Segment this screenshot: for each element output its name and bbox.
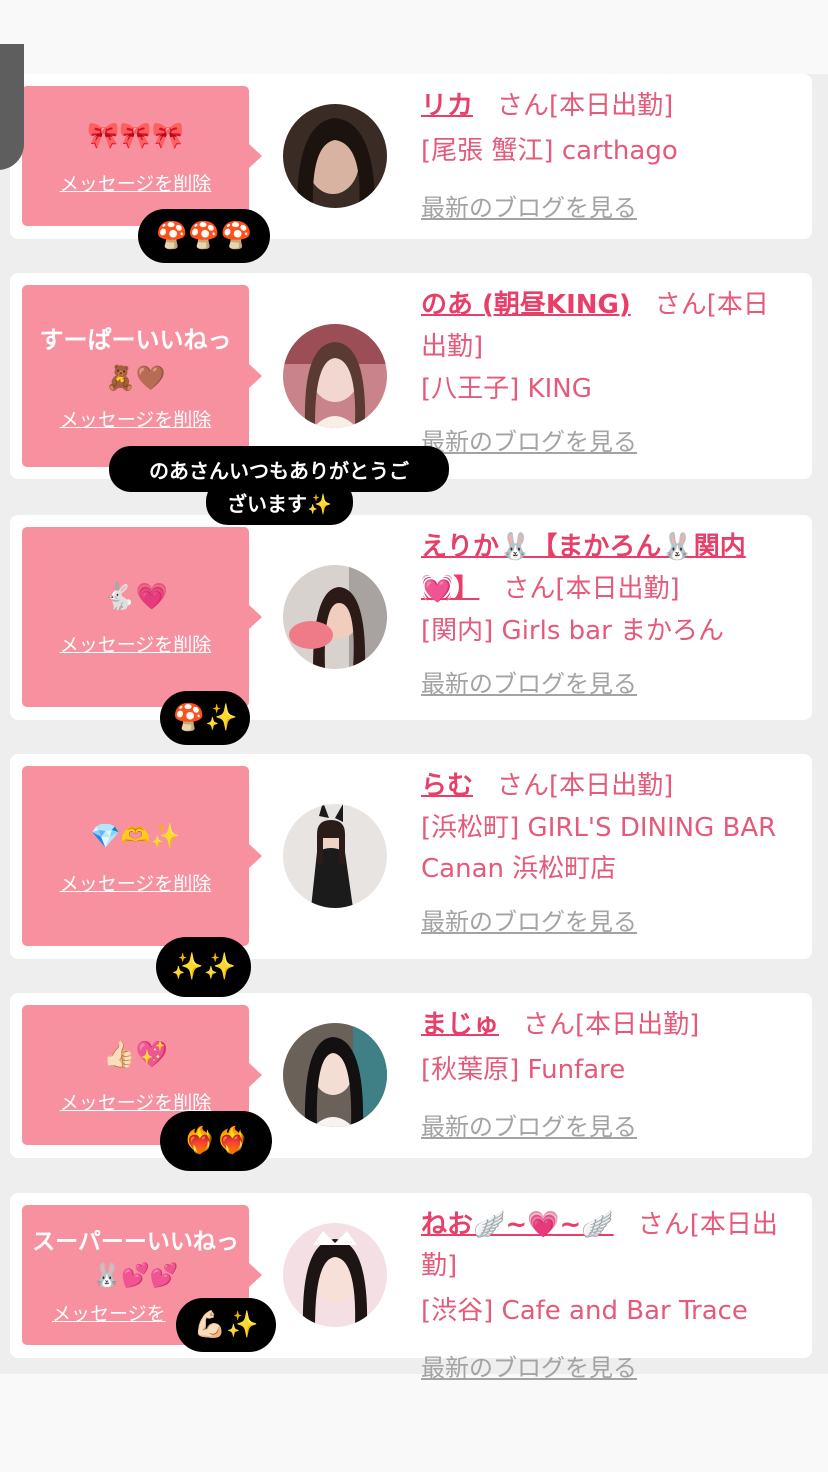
- latest-blog-link[interactable]: 最新のブログを見る: [421, 1348, 637, 1383]
- bubble-tail: [249, 1263, 262, 1287]
- bottom-area: [0, 1374, 828, 1472]
- message-bubble: 🐇💗 メッセージを削除: [22, 527, 262, 707]
- attendance-status-cont: 出勤]: [421, 332, 484, 362]
- shop-name: [渋谷] Cafe and Bar Trace: [421, 1296, 748, 1326]
- message-card: 💎🫶✨ メッセージを削除 らむ さん[本日出勤] [浜松町] GIRL'S DIN…: [10, 754, 812, 959]
- reply-pill-line2[interactable]: ざいます✨: [206, 479, 353, 525]
- message-bubble: 💎🫶✨ メッセージを削除: [22, 766, 262, 946]
- shop-name: [八王子] KING: [421, 374, 592, 404]
- cast-name-link[interactable]: えりか🐰【まかろん🐰関内: [421, 532, 746, 562]
- delete-message-link-partial[interactable]: メッセージを: [52, 1299, 166, 1326]
- latest-blog-link[interactable]: 最新のブログを見る: [421, 422, 637, 457]
- message-text: 🎀🎀🎀: [86, 120, 185, 151]
- reaction-pill[interactable]: ❤️‍🔥❤️‍🔥: [160, 1111, 272, 1171]
- message-card: 🐇💗 メッセージを削除 えりか🐰【まかろん🐰関内 💓】 さん[本日出勤] [関内]…: [10, 515, 812, 720]
- message-card: 🎀🎀🎀 メッセージを削除 リカ さん[本日出勤] [尾張 蟹江] carthago…: [10, 74, 812, 239]
- cast-info: ねお🪽~💗~🪽 さん[本日出勤] [渋谷] Cafe and Bar Trace …: [421, 1205, 800, 1383]
- shop-name-cont: Canan 浜松町店: [421, 854, 617, 884]
- reaction-pill[interactable]: 🍄✨: [160, 691, 250, 745]
- message-bubble: すーぱーいいねっ🧸🤎 メッセージを削除: [22, 285, 262, 467]
- avatar[interactable]: [283, 324, 387, 428]
- latest-blog-link[interactable]: 最新のブログを見る: [421, 664, 637, 699]
- reaction-pill[interactable]: ✨✨: [156, 937, 251, 997]
- bubble-tail: [249, 364, 262, 388]
- attendance-status: さん[本日: [654, 290, 769, 320]
- delete-message-link[interactable]: メッセージを削除: [60, 630, 212, 657]
- scrollbar-thumb[interactable]: [0, 44, 24, 170]
- cast-info: リカ さん[本日出勤] [尾張 蟹江] carthago 最新のブログを見る: [421, 86, 800, 223]
- avatar[interactable]: [283, 104, 387, 208]
- reaction-pill[interactable]: 🍄🍄🍄: [138, 209, 270, 263]
- cast-name-link[interactable]: リカ: [421, 91, 473, 121]
- bubble-tail: [249, 1063, 262, 1087]
- avatar-photo: [283, 104, 387, 208]
- shop-name: [浜松町] GIRL'S DINING BAR: [421, 813, 777, 843]
- cast-name-link[interactable]: らむ: [421, 771, 473, 801]
- message-card: 👍🏻💖 メッセージを削除 まじゅ さん[本日出勤] [秋葉原] Funfare 最…: [10, 993, 812, 1158]
- cast-name-link-cont[interactable]: 💓】: [421, 574, 479, 604]
- avatar[interactable]: [283, 565, 387, 669]
- cast-info: えりか🐰【まかろん🐰関内 💓】 さん[本日出勤] [関内] Girls bar ま…: [421, 527, 800, 699]
- avatar-photo: [283, 324, 387, 428]
- shop-name: [尾張 蟹江] carthago: [421, 136, 678, 166]
- delete-message-link[interactable]: メッセージを削除: [60, 869, 212, 896]
- cast-name-link[interactable]: ねお🪽~💗~🪽: [421, 1210, 614, 1240]
- message-text: 💎🫶✨: [90, 821, 181, 850]
- latest-blog-link[interactable]: 最新のブログを見る: [421, 188, 637, 223]
- message-text: スーパーーいいねっ🐰💕💕: [32, 1228, 239, 1289]
- avatar-photo: [283, 1223, 387, 1327]
- cast-name-link[interactable]: まじゅ: [421, 1010, 499, 1040]
- message-list: [0, 74, 828, 1374]
- shop-name: [秋葉原] Funfare: [421, 1055, 626, 1085]
- top-bar: [0, 0, 828, 74]
- cast-info: のあ (朝昼KING) さん[本日 出勤] [八王子] KING 最新のブログを見…: [421, 285, 800, 457]
- message-text: 👍🏻💖: [103, 1039, 168, 1070]
- avatar-photo: [283, 1023, 387, 1127]
- avatar-photo: [283, 804, 387, 908]
- reaction-pill[interactable]: 💪🏻✨: [176, 1298, 276, 1352]
- attendance-status: さん[本日出勤]: [497, 771, 674, 801]
- avatar[interactable]: [283, 804, 387, 908]
- message-text: 🐇💗: [103, 581, 168, 612]
- latest-blog-link[interactable]: 最新のブログを見る: [421, 902, 637, 937]
- latest-blog-link[interactable]: 最新のブログを見る: [421, 1107, 637, 1142]
- attendance-status: さん[本日出勤]: [503, 574, 680, 604]
- attendance-status: さん[本日出勤]: [497, 91, 674, 121]
- cast-info: らむ さん[本日出勤] [浜松町] GIRL'S DINING BAR Canan…: [421, 766, 800, 937]
- avatar-photo: [283, 565, 387, 669]
- shop-name: [関内] Girls bar まかろん: [421, 616, 725, 646]
- bubble-tail: [249, 605, 262, 629]
- cast-info: まじゅ さん[本日出勤] [秋葉原] Funfare 最新のブログを見る: [421, 1005, 800, 1142]
- attendance-status: さん[本日出勤]: [523, 1010, 700, 1040]
- cast-name-link[interactable]: のあ (朝昼KING): [421, 290, 631, 320]
- message-bubble: 🎀🎀🎀 メッセージを削除: [22, 86, 262, 226]
- avatar[interactable]: [283, 1223, 387, 1327]
- message-text: すーぱーいいねっ🧸🤎: [39, 325, 232, 392]
- avatar[interactable]: [283, 1023, 387, 1127]
- message-card: スーパーーいいねっ🐰💕💕 メッセージを ねお🪽~💗~🪽 さん[本日出勤] [渋谷]…: [10, 1193, 812, 1382]
- delete-message-link[interactable]: メッセージを削除: [60, 405, 212, 432]
- bubble-tail: [249, 144, 262, 168]
- delete-message-link[interactable]: メッセージを削除: [60, 169, 212, 196]
- bubble-tail: [249, 844, 262, 868]
